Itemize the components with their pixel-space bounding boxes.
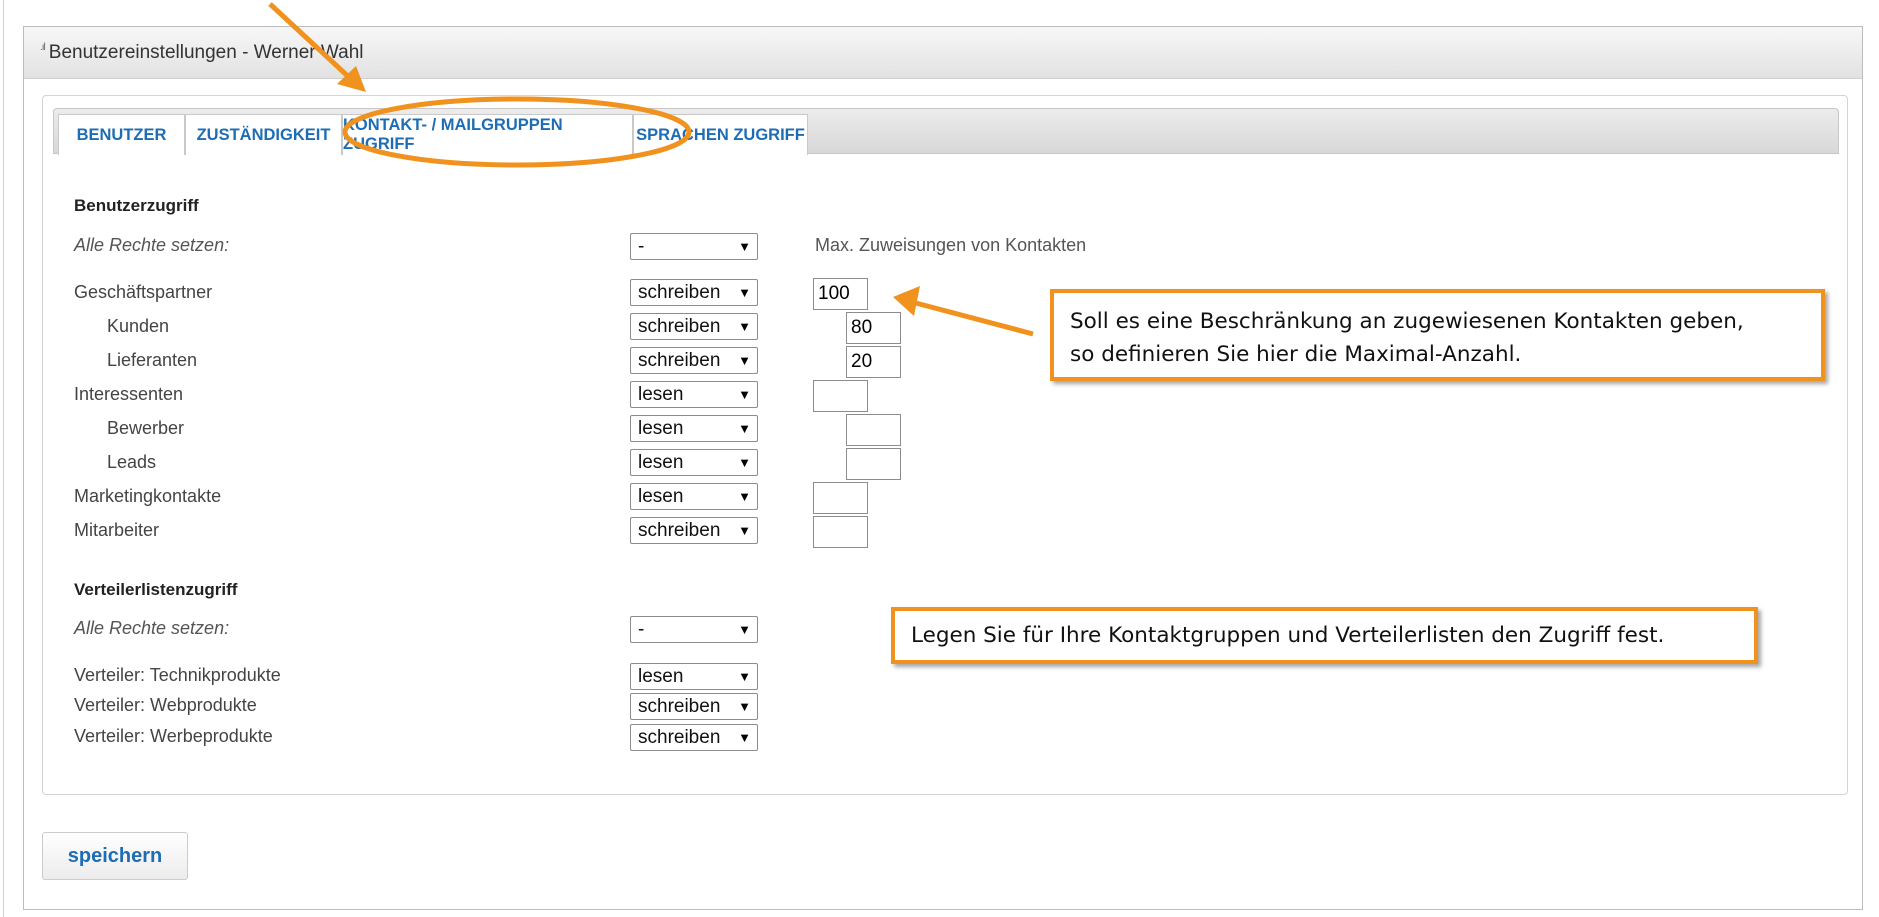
dropdown-triangle-icon: ▼ — [738, 319, 751, 334]
dropdown-triangle-icon: ▼ — [738, 239, 751, 254]
tab-panel: BENUTZER ZUSTÄNDIGKEIT KONTAKT- / MAILGR… — [42, 95, 1848, 795]
max-input-marketingkontakte[interactable] — [813, 482, 868, 514]
access-select-verteiler-werbe[interactable]: schreiben ▼ — [630, 724, 758, 751]
access-select-kunden[interactable]: schreiben ▼ — [630, 313, 758, 340]
row-label-verteiler-werbe: Verteiler: Werbeprodukte — [74, 726, 273, 746]
max-input-leads[interactable] — [846, 448, 901, 480]
row-label-geschaeftspartner: Geschäftspartner — [74, 282, 213, 302]
select-value: schreiben — [638, 282, 721, 303]
callout-max-limit: Soll es eine Beschränkung an zugewiesene… — [1050, 289, 1825, 381]
select-value: schreiben — [638, 696, 721, 717]
callout-max-limit-line2: so definieren Sie hier die Maximal-Anzah… — [1070, 342, 1522, 367]
callout-max-limit-line1: Soll es eine Beschränkung an zugewiesene… — [1070, 309, 1744, 334]
tab-benutzer[interactable]: BENUTZER — [58, 114, 185, 155]
row-label-verteiler-technik: Verteiler: Technikprodukte — [74, 665, 281, 685]
access-select-verteiler-technik[interactable]: lesen ▼ — [630, 663, 758, 690]
tab-sprachen-zugriff[interactable]: SPRACHEN ZUGRIFF — [633, 114, 808, 155]
row-label-leads: Leads — [107, 452, 157, 472]
max-input-bewerber[interactable] — [846, 414, 901, 446]
signal-bars-icon: .ıl — [40, 42, 46, 53]
dropdown-triangle-icon: ▼ — [738, 353, 751, 368]
max-input-lieferanten[interactable]: 20 — [846, 346, 901, 378]
window-titlebar: .ıl Benutzereinstellungen - Werner Wahl — [24, 27, 1862, 79]
dropdown-triangle-icon: ▼ — [738, 455, 751, 470]
callout-group-access: Legen Sie für Ihre Kontaktgruppen und Ve… — [891, 607, 1758, 664]
max-input-interessenten[interactable] — [813, 380, 868, 412]
max-input-mitarbeiter[interactable] — [813, 516, 868, 548]
row-label-verteiler-web: Verteiler: Webprodukte — [74, 695, 257, 715]
row-label-mitarbeiter: Mitarbeiter — [74, 520, 160, 540]
access-select-mitarbeiter[interactable]: schreiben ▼ — [630, 517, 758, 544]
max-input-geschaeftspartner[interactable]: 100 — [813, 278, 868, 310]
select-value: lesen — [638, 486, 684, 507]
select-value: - — [638, 619, 645, 640]
dropdown-triangle-icon: ▼ — [738, 489, 751, 504]
row-label-interessenten: Interessenten — [74, 384, 184, 404]
access-select-bewerber[interactable]: lesen ▼ — [630, 415, 758, 442]
select-value: - — [638, 236, 645, 257]
access-select-interessenten[interactable]: lesen ▼ — [630, 381, 758, 408]
select-value: lesen — [638, 452, 684, 473]
settings-window: .ıl Benutzereinstellungen - Werner Wahl … — [23, 26, 1863, 910]
access-select-geschaeftspartner[interactable]: schreiben ▼ — [630, 279, 758, 306]
max-assignments-header: Max. Zuweisungen von Kontakten — [815, 235, 1087, 255]
page-edge-line — [3, 0, 4, 917]
row-label-bewerber: Bewerber — [107, 418, 185, 438]
all-rights-label: Alle Rechte setzen: — [74, 235, 230, 255]
section-heading-verteilerlistenzugriff: Verteilerlistenzugriff — [74, 580, 238, 599]
callout-group-access-text: Legen Sie für Ihre Kontaktgruppen und Ve… — [911, 623, 1665, 648]
tab-kontakt-mailgruppen-zugriff[interactable]: KONTAKT- / MAILGRUPPEN ZUGRIFF — [342, 114, 633, 155]
row-label-marketingkontakte: Marketingkontakte — [74, 486, 222, 506]
max-input-kunden[interactable]: 80 — [846, 312, 901, 344]
section-heading-benutzerzugriff: Benutzerzugriff — [74, 196, 199, 215]
window-title: Benutzereinstellungen - Werner Wahl — [48, 41, 364, 63]
select-value: lesen — [638, 384, 684, 405]
dropdown-triangle-icon: ▼ — [738, 285, 751, 300]
access-select-verteiler-web[interactable]: schreiben ▼ — [630, 693, 758, 720]
access-select-lieferanten[interactable]: schreiben ▼ — [630, 347, 758, 374]
row-label-lieferanten: Lieferanten — [107, 350, 198, 370]
dropdown-triangle-icon: ▼ — [738, 699, 751, 714]
select-value: lesen — [638, 666, 684, 687]
tab-zustaendigkeit[interactable]: ZUSTÄNDIGKEIT — [185, 114, 342, 155]
dropdown-triangle-icon: ▼ — [738, 730, 751, 745]
save-button[interactable]: speichern — [42, 832, 188, 880]
access-select-marketingkontakte[interactable]: lesen ▼ — [630, 483, 758, 510]
row-label-kunden: Kunden — [107, 316, 170, 336]
tab-bar: BENUTZER ZUSTÄNDIGKEIT KONTAKT- / MAILGR… — [53, 108, 1839, 155]
all-rights-select[interactable]: - ▼ — [630, 233, 758, 260]
dropdown-triangle-icon: ▼ — [738, 387, 751, 402]
select-value: schreiben — [638, 350, 721, 371]
select-value: schreiben — [638, 316, 721, 337]
dropdown-triangle-icon: ▼ — [738, 421, 751, 436]
dropdown-triangle-icon: ▼ — [738, 622, 751, 637]
select-value: lesen — [638, 418, 684, 439]
dropdown-triangle-icon: ▼ — [738, 669, 751, 684]
all-rights-select-distribution[interactable]: - ▼ — [630, 616, 758, 643]
dropdown-triangle-icon: ▼ — [738, 523, 751, 538]
all-rights-label-distribution: Alle Rechte setzen: — [74, 618, 230, 638]
access-select-leads[interactable]: lesen ▼ — [630, 449, 758, 476]
select-value: schreiben — [638, 727, 721, 748]
select-value: schreiben — [638, 520, 721, 541]
